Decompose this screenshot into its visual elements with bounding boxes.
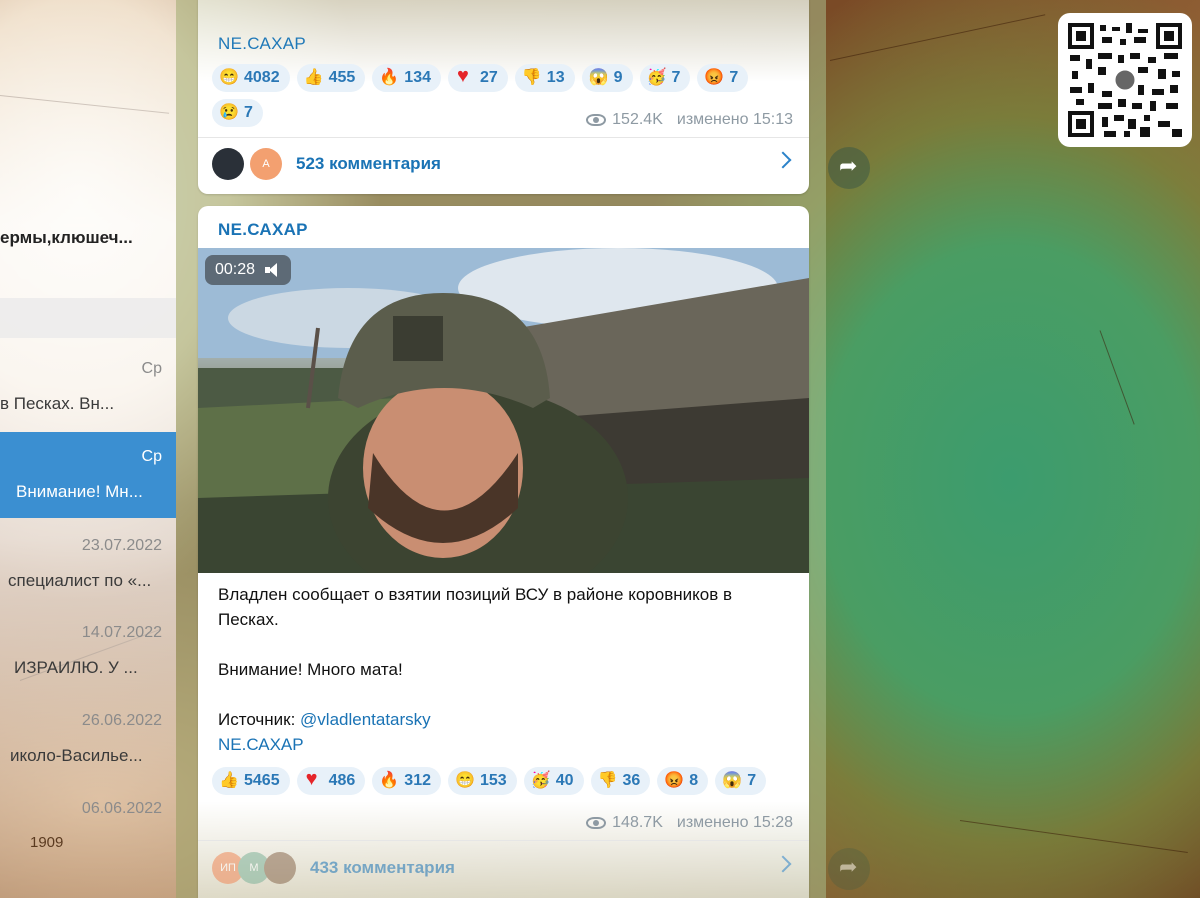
chat-date: 26.06.2022 [81, 712, 162, 729]
thumbs-down-icon [522, 67, 542, 87]
qr-code [1058, 13, 1192, 147]
grin-icon [455, 770, 475, 790]
view-count: 152.4K [612, 111, 663, 128]
chat-date: Ср [141, 360, 162, 377]
edited-time: изменено 15:13 [676, 111, 793, 128]
message-bubble: NE.САХАР 00:28 Владлен сообщает о взятии… [198, 206, 809, 898]
video-player[interactable]: 00:28 [198, 248, 809, 573]
avatar [264, 852, 296, 884]
comments-count: 523 комментария [296, 154, 441, 173]
reaction-button[interactable]: 153 [448, 767, 517, 795]
views-icon [586, 817, 607, 829]
channel-name[interactable]: NE.САХАР [218, 220, 308, 240]
comments-button[interactable]: А 523 комментария [212, 142, 795, 186]
fire-icon [379, 770, 399, 790]
message-bubble: NE.САХАР 4082 455 134 27 13 9 7 7 7 152.… [198, 0, 809, 194]
message-text: Владлен сообщает о взятии позиций ВСУ в … [218, 582, 789, 757]
video-timer[interactable]: 00:28 [205, 255, 292, 285]
party-icon [531, 770, 551, 790]
reaction-button[interactable]: 13 [514, 64, 575, 92]
reaction-button[interactable]: 486 [296, 767, 366, 795]
comments-button[interactable]: ИП М 433 комментария [212, 846, 795, 890]
chat-list-search-area[interactable] [0, 298, 176, 338]
reaction-button[interactable]: 9 [581, 64, 633, 92]
edited-time: изменено 15:28 [676, 814, 793, 831]
avatar [212, 148, 244, 180]
reaction-button[interactable]: 455 [296, 64, 366, 92]
chevron-right-icon [774, 151, 792, 169]
divider [198, 840, 809, 841]
source-link[interactable]: @vladlentatarsky [300, 710, 431, 729]
heart-icon [305, 768, 323, 791]
post-signature[interactable]: NE.САХАР [218, 732, 789, 757]
party-icon [647, 67, 667, 87]
post-signature[interactable]: NE.САХАР [218, 34, 306, 54]
chat-date: 06.06.2022 [81, 800, 162, 817]
reaction-button[interactable]: 7 [212, 99, 263, 127]
reaction-button[interactable]: 36 [590, 767, 651, 795]
chat-preview[interactable]: ермы,клюшеч... [0, 228, 133, 248]
chat-list: ермы,клюшеч... Ср в Песках. Вн... Ср Вни… [0, 0, 176, 898]
reaction-button[interactable]: 7 [697, 64, 749, 92]
reaction-button[interactable]: 134 [372, 64, 441, 92]
grin-icon [219, 67, 239, 87]
chat-preview[interactable]: в Песках. Вн... [0, 394, 114, 414]
heart-icon [456, 65, 474, 88]
chat-date: Ср [141, 448, 162, 465]
view-count: 148.7K [612, 814, 663, 831]
reaction-button[interactable]: 5465 [212, 767, 290, 795]
cry-icon [219, 102, 239, 122]
reaction-button[interactable]: 312 [372, 767, 441, 795]
mute-icon[interactable] [265, 263, 281, 277]
post-meta: 152.4K изменено 15:13 [586, 111, 793, 129]
views-icon [586, 114, 607, 126]
avatar: А [250, 148, 282, 180]
chat-preview[interactable]: специалист по «... [8, 571, 151, 591]
thumbs-up-icon [219, 770, 239, 790]
share-button[interactable] [828, 848, 870, 890]
thumbs-down-icon [598, 770, 618, 790]
reactions-bar: 5465 486 312 153 40 36 8 7 [212, 767, 795, 795]
scream-icon [589, 67, 609, 87]
chat-date: 14.07.2022 [81, 624, 162, 641]
share-button[interactable] [828, 147, 870, 189]
chat-preview: Внимание! Мн... [16, 482, 143, 501]
fire-icon [379, 67, 399, 87]
reaction-button[interactable]: 27 [448, 64, 508, 92]
chevron-right-icon [774, 855, 792, 873]
reaction-button[interactable]: 8 [657, 767, 709, 795]
chat-preview: 1909 [30, 834, 64, 851]
chat-preview[interactable]: иколо-Василье... [10, 746, 143, 766]
angry-icon [664, 770, 684, 790]
video-frame [198, 248, 809, 573]
qr-pattern [1068, 23, 1182, 137]
angry-icon [704, 67, 724, 87]
thumbs-up-icon [304, 67, 324, 87]
reaction-button[interactable]: 7 [715, 767, 767, 795]
reaction-button[interactable]: 40 [523, 767, 584, 795]
chat-item-active[interactable]: Ср Внимание! Мн... [0, 432, 176, 518]
chat-date: 23.07.2022 [81, 537, 162, 554]
divider [198, 137, 809, 138]
reaction-button[interactable]: 7 [639, 64, 691, 92]
chat-preview[interactable]: ИЗРАИЛЮ. У ... [14, 658, 138, 678]
comments-count: 433 комментария [310, 858, 455, 877]
reaction-button[interactable]: 4082 [212, 64, 290, 92]
post-meta: 148.7K изменено 15:28 [586, 814, 793, 832]
scream-icon [722, 770, 742, 790]
